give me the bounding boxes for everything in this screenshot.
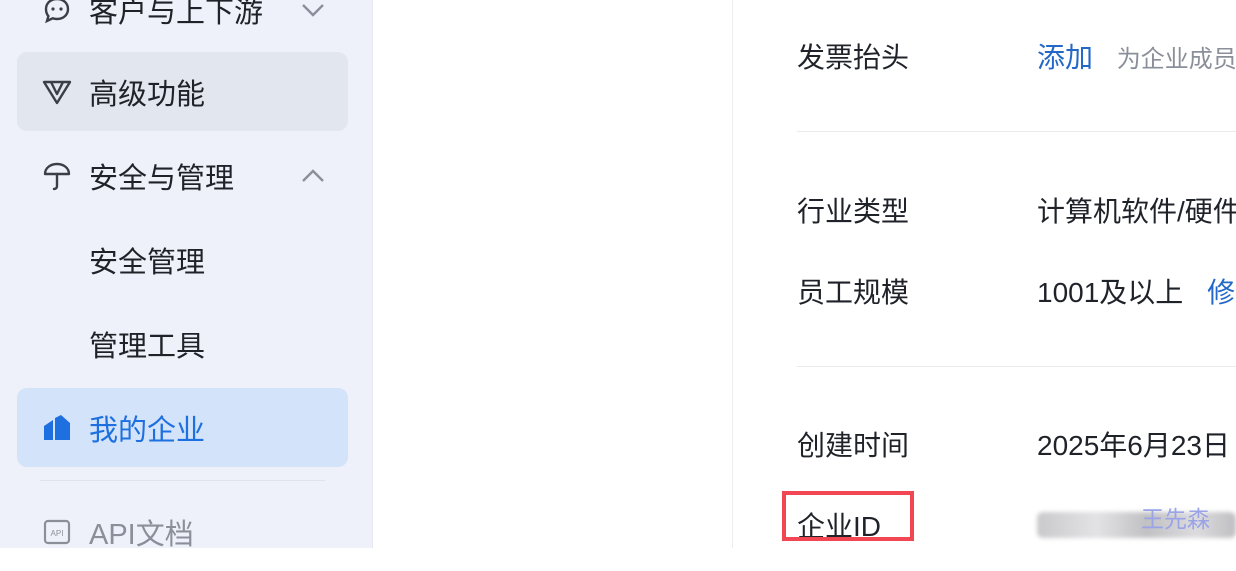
employee-scale-value-row: 1001及以上 修i (1037, 271, 1236, 311)
created-time-label: 创建时间 (797, 430, 910, 461)
sidebar-item-label: 客户与上下游 (89, 0, 264, 29)
employee-scale-label: 员工规模 (797, 277, 910, 308)
sidebar-item-label: 管理工具 (89, 330, 206, 363)
chevron-up-icon[interactable] (300, 163, 326, 189)
industry-value: 计算机软件/硬件 (1037, 196, 1236, 227)
sidebar-item-label: 高级功能 (89, 78, 206, 111)
sidebar-item-security-management[interactable]: 安全与管理 (17, 136, 348, 215)
sidebar-item-security[interactable]: 安全管理 (17, 220, 348, 299)
annotation-highlight-box (782, 491, 914, 541)
add-invoice-link[interactable]: 添加 (1037, 42, 1093, 73)
watermark-text: 王先森 (1141, 506, 1210, 532)
modify-scale-link[interactable]: 修i (1207, 277, 1236, 308)
sidebar-item-label: 安全管理 (89, 246, 206, 279)
sidebar: 客户与上下游 高级功能 安全与管理 安全管理 管理工具 我的企业 API API… (0, 0, 373, 551)
api-doc-icon: API (41, 516, 73, 548)
umbrella-icon (41, 160, 73, 192)
sidebar-divider (40, 480, 325, 481)
sidebar-item-label: 我的企业 (89, 414, 206, 447)
sidebar-item-advanced[interactable]: 高级功能 (17, 52, 348, 131)
sidebar-item-my-enterprise[interactable]: 我的企业 (17, 388, 348, 467)
invoice-hint: 为企业成员i (1116, 46, 1236, 73)
sidebar-item-label: API文档 (89, 518, 194, 551)
invoice-title-value: 添加 为企业成员i (1037, 36, 1236, 76)
created-time-value: 2025年6月23日 (1037, 430, 1231, 461)
industry-label: 行业类型 (797, 196, 910, 227)
sidebar-item-api-docs[interactable]: API API文档 (17, 492, 348, 571)
svg-text:API: API (51, 529, 64, 538)
section-divider (797, 366, 1236, 367)
building-icon (41, 412, 73, 444)
sidebar-item-tools[interactable]: 管理工具 (17, 304, 348, 383)
section-divider (797, 131, 1236, 132)
invoice-title-label: 发票抬头 (797, 42, 910, 73)
chat-bubble-icon (41, 0, 73, 26)
employee-scale-value: 1001及以上 (1037, 277, 1184, 308)
chevron-down-icon[interactable] (300, 0, 326, 23)
sidebar-item-label: 安全与管理 (89, 162, 235, 195)
sidebar-item-customers[interactable]: 客户与上下游 (17, 0, 348, 49)
v-logo-icon (41, 76, 73, 108)
